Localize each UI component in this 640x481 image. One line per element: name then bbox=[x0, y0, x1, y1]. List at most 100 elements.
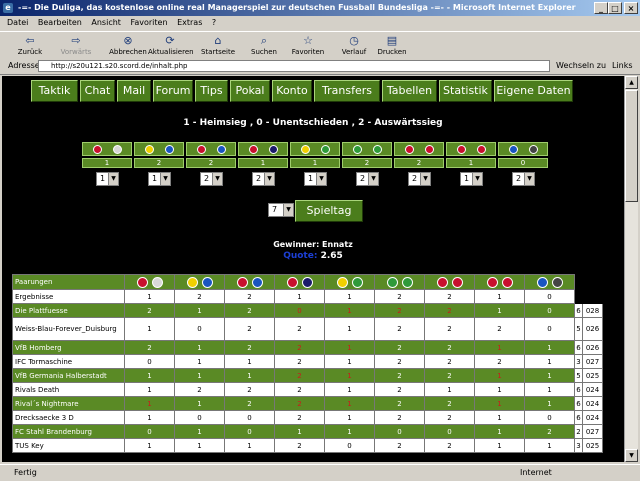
nav-mail-button[interactable]: Mail bbox=[117, 80, 151, 102]
menu-extras[interactable]: Extras bbox=[177, 16, 202, 30]
nav-tips-button[interactable]: Tips bbox=[195, 80, 228, 102]
tip-cell: 2 bbox=[424, 396, 475, 411]
vertical-scrollbar[interactable]: ▲ ▼ bbox=[624, 76, 638, 462]
toolbar-label: Aktualisieren bbox=[148, 48, 194, 56]
tip-select[interactable]: 1 ▼ bbox=[460, 172, 483, 186]
toolbar-favoriten-button[interactable]: ☆ Favoriten bbox=[286, 33, 330, 56]
tip-select[interactable]: 2 ▼ bbox=[200, 172, 223, 186]
tip-cell: 1 bbox=[224, 368, 275, 383]
player-name[interactable]: Die Plattfuesse bbox=[12, 303, 125, 318]
maximize-button[interactable]: □ bbox=[608, 2, 622, 14]
nav-pokal-button[interactable]: Pokal bbox=[230, 80, 270, 102]
total-cell: 026 bbox=[582, 340, 603, 355]
go-button[interactable]: Wechseln zu bbox=[556, 61, 606, 70]
toolbar-suchen-button[interactable]: ⌕ Suchen bbox=[242, 33, 286, 56]
nav-eigene-daten-button[interactable]: Eigene Daten bbox=[494, 80, 573, 102]
home-crest-icon bbox=[405, 145, 414, 154]
zone-text: Internet bbox=[520, 468, 552, 477]
tip-cell: 1 bbox=[324, 340, 375, 355]
tip-cell: 1 bbox=[474, 340, 525, 355]
tip-cell: 2 bbox=[224, 340, 275, 355]
points-cell: 2 bbox=[574, 424, 583, 439]
nav-taktik-button[interactable]: Taktik bbox=[31, 80, 78, 102]
table-row: Rival´s Nightmare 1 1 2 2 1 2 2 1 1 6 024 bbox=[12, 396, 603, 411]
match-result: 1 bbox=[290, 158, 340, 168]
tip-select[interactable]: 2 ▼ bbox=[252, 172, 275, 186]
toolbar-vorwärts-button[interactable]: ⇨ Vorwärts bbox=[54, 33, 98, 56]
toolbar-startseite-button[interactable]: ⌂ Startseite bbox=[196, 33, 240, 56]
tip-select[interactable]: 1 ▼ bbox=[304, 172, 327, 186]
tip-cell: 2 bbox=[274, 354, 325, 369]
home-crest-icon bbox=[436, 276, 448, 288]
menu-help[interactable]: ? bbox=[212, 16, 216, 30]
away-crest-icon bbox=[269, 145, 278, 154]
tip-select[interactable]: 2 ▼ bbox=[512, 172, 535, 186]
address-input[interactable]: http://s20u121.s20.scord.de/inhalt.php bbox=[38, 60, 550, 72]
scroll-up-icon[interactable]: ▲ bbox=[625, 76, 638, 89]
menu-datei[interactable]: Datei bbox=[7, 16, 28, 30]
points-cell: 6 bbox=[574, 303, 583, 318]
tip-cell: 1 bbox=[324, 396, 375, 411]
table-row: IFC Tormaschine 0 1 1 2 1 2 2 2 1 3 027 bbox=[12, 354, 603, 369]
match-crests bbox=[134, 142, 184, 156]
toolbar-label: Favoriten bbox=[291, 48, 325, 56]
tip-cell: 2 bbox=[274, 382, 325, 397]
home-crest-icon bbox=[457, 145, 466, 154]
tip-cell: 1 bbox=[324, 354, 375, 369]
tip-select[interactable]: 1 ▼ bbox=[96, 172, 119, 186]
tip-cell: 2 bbox=[374, 354, 425, 369]
toolbar-zurück-button[interactable]: ⇦ Zurück bbox=[8, 33, 52, 56]
tip-select[interactable]: 2 ▼ bbox=[408, 172, 431, 186]
home-crest-icon bbox=[136, 276, 148, 288]
toolbar-drucken-button[interactable]: ▤ Drucken bbox=[370, 33, 414, 56]
nav-chat-button[interactable]: Chat bbox=[80, 80, 115, 102]
toolbar-abbrechen-button[interactable]: ⊗ Abbrechen bbox=[106, 33, 150, 56]
nav-forum-button[interactable]: Forum bbox=[153, 80, 193, 102]
menu-bearbeiten[interactable]: Bearbeiten bbox=[38, 16, 82, 30]
chevron-down-icon: ▼ bbox=[472, 173, 482, 185]
player-name[interactable]: VfB Germania Halberstadt bbox=[12, 368, 125, 383]
scroll-thumb[interactable] bbox=[625, 90, 638, 202]
player-name[interactable]: FC Stahl Brandenburg bbox=[12, 424, 125, 439]
table-row: Ergebnisse 1 2 2 1 1 2 2 1 0 bbox=[12, 289, 603, 304]
tip-select[interactable]: 1 ▼ bbox=[148, 172, 171, 186]
links-button[interactable]: Links bbox=[612, 61, 633, 70]
menu-ansicht[interactable]: Ansicht bbox=[91, 16, 121, 30]
table-row: TUS Key 1 1 1 2 0 2 2 1 1 3 025 bbox=[12, 438, 603, 453]
tip-cell: 1 bbox=[174, 303, 225, 318]
tip-cell: 2 bbox=[424, 340, 475, 355]
away-crest-icon bbox=[477, 145, 486, 154]
menu-bar: Datei Bearbeiten Ansicht Favoriten Extra… bbox=[0, 16, 640, 30]
points-cell: 6 bbox=[574, 382, 583, 397]
tip-cell: 1 bbox=[324, 410, 375, 425]
player-name[interactable]: VfB Homberg bbox=[12, 340, 125, 355]
scroll-down-icon[interactable]: ▼ bbox=[625, 449, 638, 462]
nav-tabellen-button[interactable]: Tabellen bbox=[382, 80, 437, 102]
close-button[interactable]: × bbox=[624, 2, 638, 14]
spieltag-button[interactable]: Spieltag bbox=[295, 200, 363, 222]
menu-favoriten[interactable]: Favoriten bbox=[130, 16, 167, 30]
quote-line: Quote: 2.65 bbox=[2, 251, 624, 261]
toolbar-aktualisieren-button[interactable]: ⟳ Aktualisieren bbox=[148, 33, 194, 56]
tip-cell: 2 bbox=[374, 438, 425, 453]
table-row: Drecksaecke 3 D 1 0 0 2 1 2 2 1 0 6 024 bbox=[12, 410, 603, 425]
home-crest-icon bbox=[486, 276, 498, 288]
refresh-icon: ⟳ bbox=[165, 34, 175, 47]
chevron-down-icon: ▼ bbox=[368, 173, 378, 185]
tip-cell: 1 bbox=[474, 410, 525, 425]
total-cell: 024 bbox=[582, 410, 603, 425]
points-cell: 3 bbox=[574, 438, 583, 453]
tip-value: 1 bbox=[100, 174, 106, 183]
tip-cell: 2 bbox=[174, 382, 225, 397]
player-name[interactable]: Rival´s Nightmare bbox=[12, 396, 125, 411]
tip-cell: 0 bbox=[524, 317, 575, 341]
tip-cell: 1 bbox=[124, 289, 175, 304]
tip-cell: 2 bbox=[474, 354, 525, 369]
nav-konto-button[interactable]: Konto bbox=[272, 80, 312, 102]
favorites-icon: ☆ bbox=[303, 34, 313, 47]
spieltag-select[interactable]: 7 ▼ bbox=[268, 203, 294, 217]
nav-transfers-button[interactable]: Transfers bbox=[314, 80, 380, 102]
minimize-button[interactable]: _ bbox=[594, 2, 608, 14]
tip-select[interactable]: 2 ▼ bbox=[356, 172, 379, 186]
nav-statistik-button[interactable]: Statistik bbox=[439, 80, 492, 102]
